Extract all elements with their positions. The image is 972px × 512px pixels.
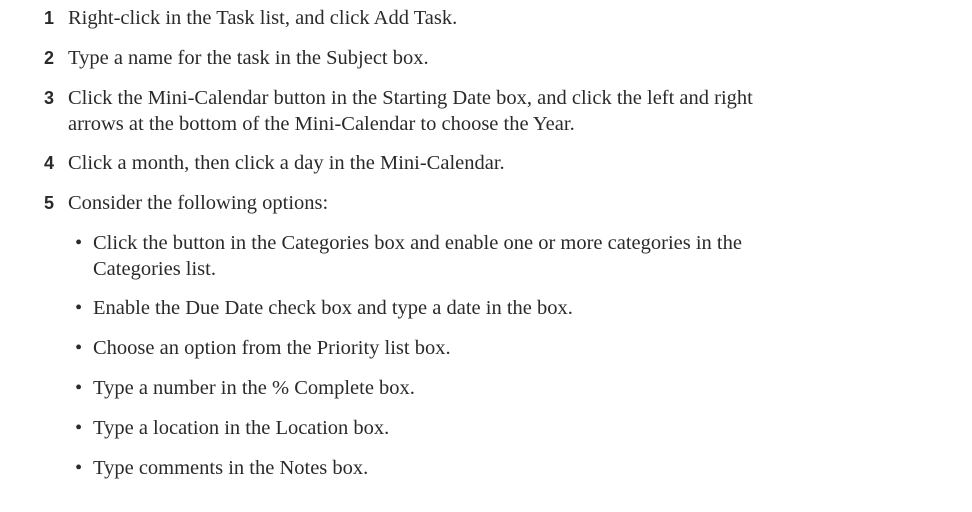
bullet-text: Enable the Due Date check box and type a… <box>93 295 953 321</box>
bullet-text: Type a number in the % Complete box. <box>93 375 953 401</box>
bullet-marker: • <box>75 377 83 399</box>
bullet-marker: • <box>75 232 83 254</box>
step-line: Consider the following options: <box>68 192 329 214</box>
step-text: Click the Mini-Calendar button in the St… <box>68 85 958 137</box>
bullet-marker: • <box>75 417 83 439</box>
step-number: 3 <box>44 88 55 108</box>
bullet-line: Click the button in the Categories box a… <box>93 232 742 254</box>
step-text: Right-click in the Task list, and click … <box>68 5 958 31</box>
step-number: 1 <box>44 8 55 28</box>
bullet-line: Type a location in the Location box. <box>93 417 390 439</box>
bullet-text: Choose an option from the Priority list … <box>93 335 953 361</box>
bullet-marker: • <box>75 297 83 319</box>
step-text: Consider the following options: <box>68 190 958 216</box>
instructions-page: 1 Right-click in the Task list, and clic… <box>0 0 972 512</box>
step-text: Click a month, then click a day in the M… <box>68 150 958 176</box>
bullet-line: Enable the Due Date check box and type a… <box>93 297 573 319</box>
bullet-text: Type a location in the Location box. <box>93 415 953 441</box>
bullet-line: Type comments in the Notes box. <box>93 457 369 479</box>
bullet-line: Categories list. <box>93 258 216 280</box>
step-line: Type a name for the task in the Subject … <box>68 47 429 69</box>
bullet-marker: • <box>75 337 83 359</box>
step-number: 4 <box>44 153 55 173</box>
step-text: Type a name for the task in the Subject … <box>68 45 958 71</box>
bullet-marker: • <box>75 457 83 479</box>
step-line: Right-click in the Task list, and click … <box>68 7 458 29</box>
step-number: 5 <box>44 193 55 213</box>
bullet-line: Choose an option from the Priority list … <box>93 337 451 359</box>
step-line: arrows at the bottom of the Mini-Calenda… <box>68 113 575 135</box>
step-number: 2 <box>44 48 55 68</box>
bullet-line: Type a number in the % Complete box. <box>93 377 415 399</box>
step-line: Click a month, then click a day in the M… <box>68 152 505 174</box>
bullet-text: Type comments in the Notes box. <box>93 455 953 481</box>
step-line: Click the Mini-Calendar button in the St… <box>68 87 753 109</box>
bullet-text: Click the button in the Categories box a… <box>93 230 953 282</box>
